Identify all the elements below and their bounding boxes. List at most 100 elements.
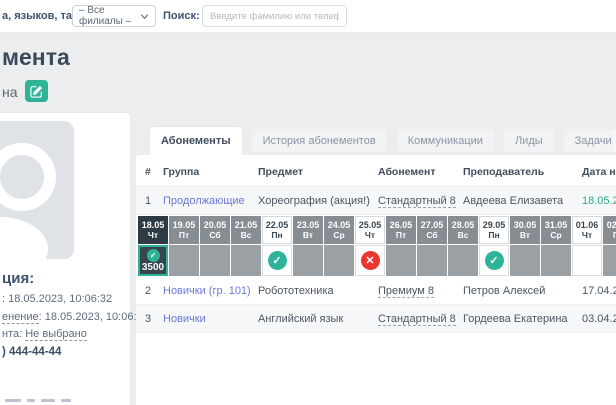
branch-select[interactable]: – Все филиалы –	[72, 5, 156, 27]
subject-cell: Английский язык	[258, 312, 344, 325]
plan-link[interactable]: Стандартный 8	[378, 312, 463, 326]
avatar	[0, 121, 74, 259]
person-placeholder-icon	[0, 143, 56, 259]
table-row: 2 Новички (гр. 101) Робототехника Премиум 8…	[136, 277, 616, 305]
day-cell[interactable]	[169, 245, 199, 276]
tab-history[interactable]: История абонементов	[251, 129, 387, 152]
day-cell[interactable]: ✓	[262, 245, 292, 276]
day-header: 18.05 Чт	[138, 216, 168, 244]
branch-select-value: – Все филиалы –	[79, 5, 132, 27]
day-cell[interactable]	[603, 245, 616, 276]
day-date: 18.05	[141, 220, 165, 230]
day-date: 31.05	[544, 220, 568, 230]
day-header: 25.05 Чт	[355, 216, 385, 244]
day-date: 30.05	[513, 220, 537, 230]
day-weekday: Пт	[178, 230, 190, 240]
day-weekday: Чт	[147, 230, 159, 240]
day-date: 23.05	[296, 220, 320, 230]
row-number: 1	[145, 194, 152, 207]
day-cell[interactable]: ✓ 3500	[138, 245, 168, 276]
plan-link[interactable]: Стандартный 8	[378, 194, 463, 208]
day-cell[interactable]	[541, 245, 571, 276]
info-text: : 18.05.2023, 10:06:52	[38, 310, 149, 323]
day-cell[interactable]	[510, 245, 540, 276]
info-text: : 18.05.2023, 10:06:32	[2, 293, 113, 305]
calendar-day-column: 24.05 Ср	[324, 216, 354, 276]
day-weekday: Пн	[488, 230, 500, 240]
table-row: 1 Продолжающие Хореография (акция!) Стандар…	[136, 187, 616, 215]
day-header: 21.05 Вс	[231, 216, 261, 244]
info-section-title: ция:	[2, 270, 35, 287]
day-header: 27.05 Сб	[417, 216, 447, 244]
edit-client-button[interactable]	[25, 80, 48, 102]
calendar-day-column: 23.05 Вт	[293, 216, 323, 276]
calendar-day-column: 01.06 Чт	[572, 216, 602, 276]
row-number: 3	[145, 312, 152, 325]
day-header: 28.05 Вс	[448, 216, 478, 244]
day-weekday: Ср	[550, 230, 562, 240]
day-weekday: Пт	[395, 230, 407, 240]
day-cell[interactable]	[231, 245, 261, 276]
day-cell[interactable]	[572, 245, 602, 276]
info-text: ) 444-44-44	[2, 345, 62, 358]
group-link[interactable]: Новички	[163, 313, 258, 325]
search-input[interactable]	[202, 5, 347, 27]
tab-abonements[interactable]: Абонементы	[150, 127, 242, 155]
start-date-cell: 17.04.20	[582, 284, 616, 297]
day-cell[interactable]	[200, 245, 230, 276]
start-date-cell: 03.04.20	[582, 312, 616, 325]
day-date: 29.05	[482, 220, 506, 230]
table-header-cell: Абонемент	[378, 166, 436, 178]
day-weekday: Чт	[364, 230, 376, 240]
pencil-square-icon	[30, 85, 43, 98]
calendar-day-column: 02.06Пт	[603, 216, 616, 276]
paid-amount: 3500	[141, 261, 165, 273]
topbar: а, языков, танца – Все филиалы – Поиск:	[0, 0, 616, 33]
tab-tasks[interactable]: Задачи	[563, 129, 616, 152]
teacher-cell: Петров Алексей	[463, 284, 546, 297]
abonements-panel: # Группа Предмет Абонемент Преподаватель Дата…	[136, 155, 616, 405]
day-header: 22.05 Пн	[262, 216, 292, 244]
page-title: мента	[2, 44, 70, 70]
calendar-day-column: 25.05 Чт ✕	[355, 216, 385, 276]
day-date: 01.06	[575, 220, 599, 230]
day-date: 20.05	[203, 220, 227, 230]
tab-leads[interactable]: Лиды	[503, 129, 554, 152]
group-link[interactable]: Новички (гр. 101)	[163, 285, 258, 297]
calendar-day-column: 19.05 Пт	[169, 216, 199, 276]
subject-cell: Робототехника	[258, 284, 334, 297]
calendar-day-column: 26.05 Пт	[386, 216, 416, 276]
group-link[interactable]: Продолжающие	[163, 195, 258, 207]
day-header: 19.05 Пт	[169, 216, 199, 244]
day-cell[interactable]: ✓	[479, 245, 509, 276]
day-cell[interactable]	[386, 245, 416, 276]
start-date-cell: 18.05.20	[582, 194, 616, 207]
day-cell[interactable]	[293, 245, 323, 276]
day-weekday: Вс	[457, 230, 469, 240]
table-header-cell: Предмет	[258, 166, 304, 178]
info-line-0: : 18.05.2023, 10:06:32	[2, 291, 132, 309]
day-header: 20.05 Сб	[200, 216, 230, 244]
day-date: 19.05	[172, 220, 196, 230]
day-cell[interactable]	[324, 245, 354, 276]
info-line-3: ) 444-44-44	[2, 344, 132, 362]
calendar-day-column: 22.05 Пн ✓	[262, 216, 292, 276]
subject-cell: Хореография (акция!)	[258, 194, 370, 207]
day-cell[interactable]	[417, 245, 447, 276]
plan-link[interactable]: Премиум 8	[378, 284, 463, 298]
day-cell[interactable]: ✕	[355, 245, 385, 276]
day-header: 26.05 Пт	[386, 216, 416, 244]
day-weekday: Вт	[302, 230, 314, 240]
calendar-day-column: 30.05 Вт	[510, 216, 540, 276]
info-value-link[interactable]: енение	[2, 310, 39, 324]
day-cell[interactable]	[448, 245, 478, 276]
day-weekday: Вт	[519, 230, 531, 240]
day-header: 29.05 Пн	[479, 216, 509, 244]
check-circle-icon: ✓	[146, 248, 160, 262]
day-weekday: Вс	[240, 230, 252, 240]
client-name: на	[2, 84, 18, 100]
teacher-cell: Гордеева Екатерина	[463, 312, 568, 325]
tab-communications[interactable]: Коммуникации	[396, 129, 494, 152]
table-header-cell: #	[145, 166, 151, 178]
info-value-link[interactable]: Не выбрано	[25, 328, 87, 341]
